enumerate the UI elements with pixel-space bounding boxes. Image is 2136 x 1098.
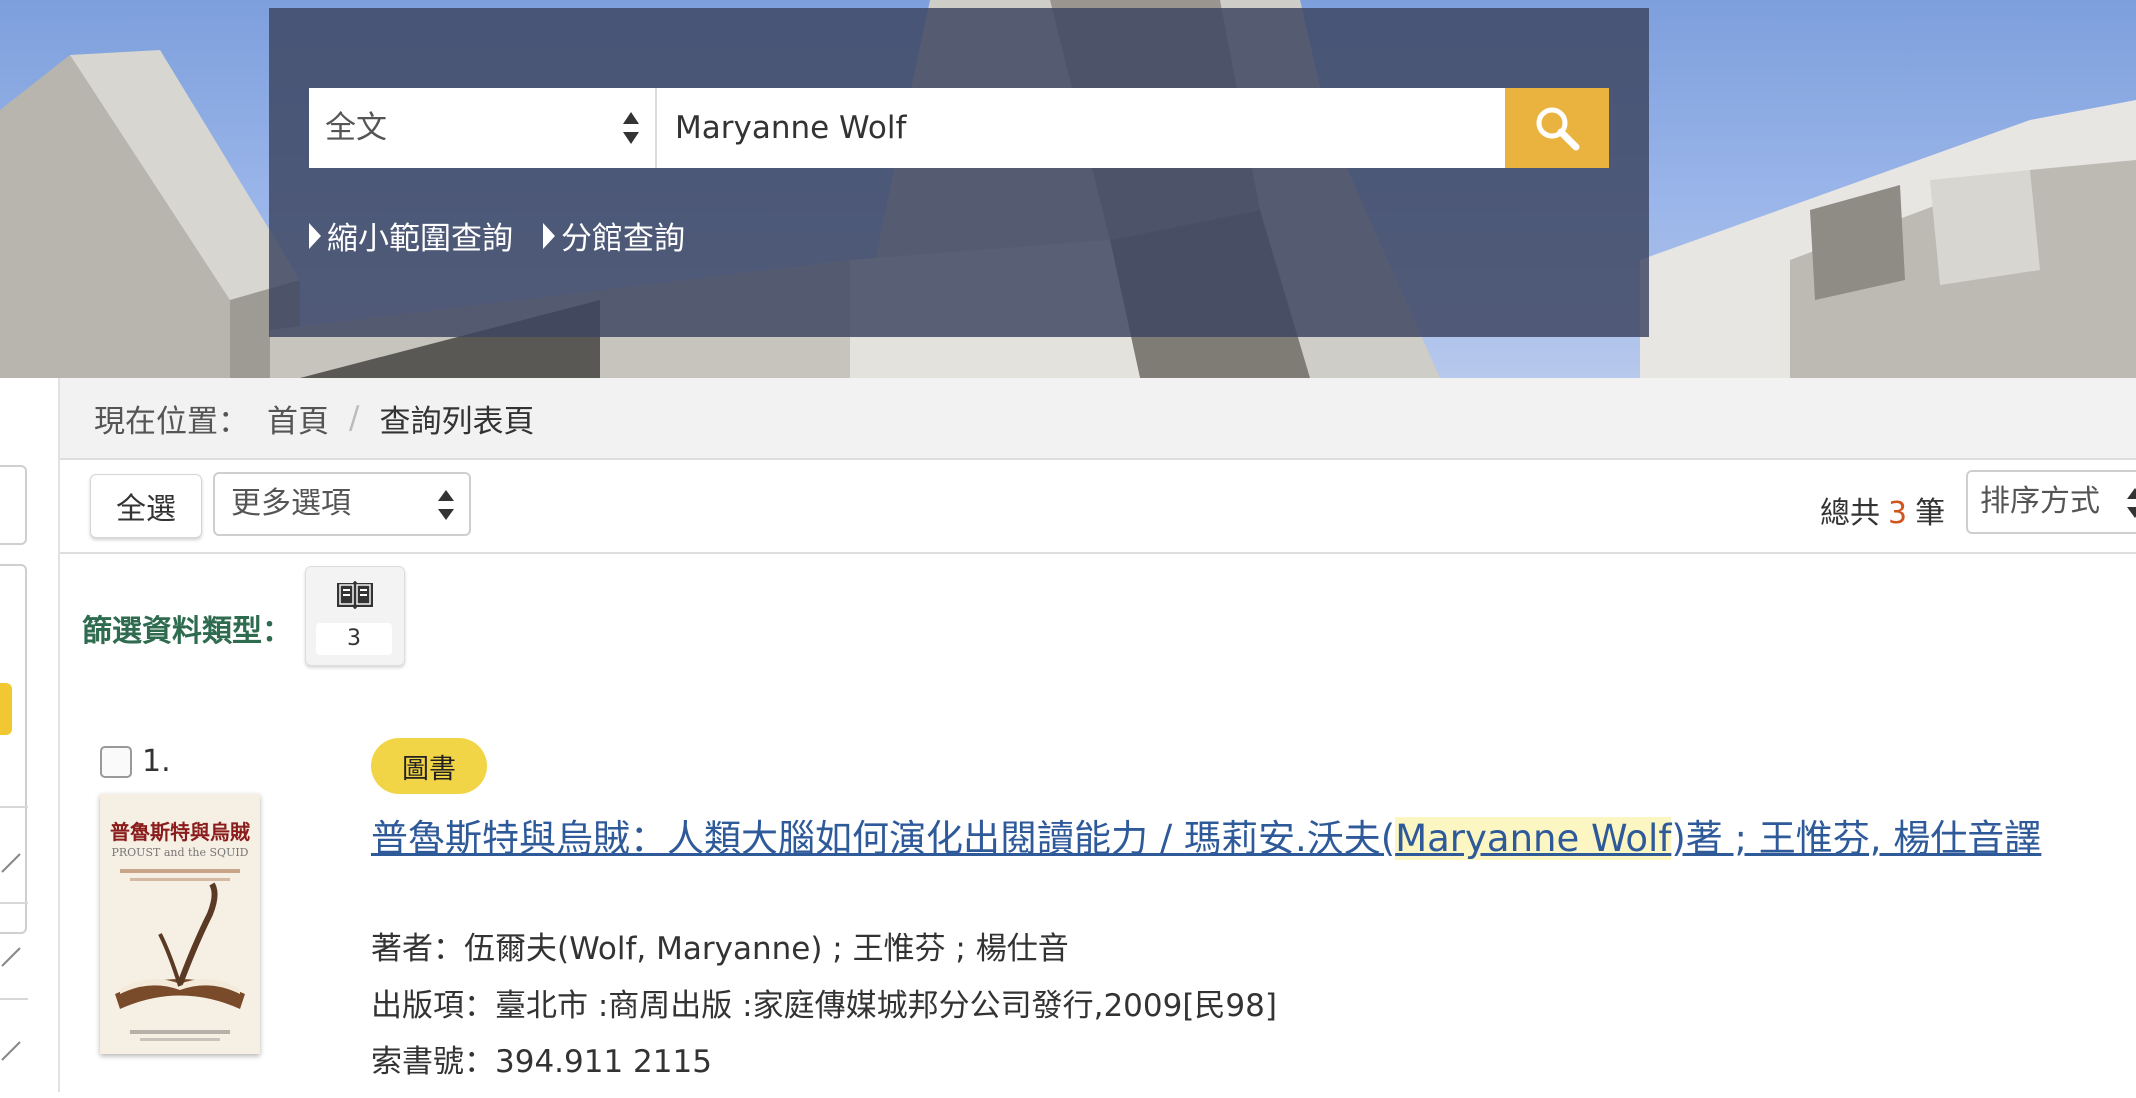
branch-search-label: 分館查詢	[561, 221, 685, 257]
filter-row: 篩選資料類型： 3	[60, 566, 860, 676]
more-options-label: 更多選項	[231, 486, 351, 521]
more-options-select[interactable]: 更多選項	[213, 472, 471, 536]
select-all-button[interactable]: 全選	[90, 474, 202, 538]
slash-icon	[1, 1041, 21, 1061]
slash-icon	[1, 853, 21, 873]
sidebar-input-partial[interactable]	[0, 465, 27, 545]
breadcrumb-current: 查詢列表頁	[379, 403, 535, 440]
sidebar-divider	[0, 998, 28, 1000]
search-input[interactable]	[657, 88, 1505, 168]
select-arrows-icon	[2127, 488, 2136, 518]
results-toolbar: 全選 更多選項 總共 3 筆 排序方式	[60, 460, 2136, 554]
sidebar-divider	[0, 806, 28, 808]
result-title-link[interactable]: 普魯斯特與烏賊：人類大腦如何演化出閱讀能力 / 瑪莉安.沃夫(Maryanne …	[371, 814, 2091, 864]
branch-search-link[interactable]: 分館查詢	[543, 213, 685, 258]
search-icon	[1536, 107, 1580, 151]
caret-right-icon	[543, 222, 555, 249]
result-author: 著者：伍爾夫(Wolf, Maryanne) ; 王惟芬 ; 楊仕音	[371, 931, 1069, 967]
sort-select[interactable]: 排序方式	[1966, 470, 2136, 534]
narrow-search-link[interactable]: 縮小範圍查詢	[309, 213, 513, 258]
slash-icon	[1, 947, 21, 967]
breadcrumb-home-link[interactable]: 首頁	[267, 396, 329, 441]
filter-chip-count: 3	[316, 623, 392, 655]
hero-banner: 全文 縮小範圍查詢 分館查詢	[0, 0, 2136, 378]
result-item: 1. 普魯斯特與烏賊 PROUST and the SQUID 圖書 普魯斯特與…	[60, 738, 2136, 1098]
material-type-badge: 圖書	[371, 738, 487, 794]
sidebar-partial	[0, 378, 58, 1092]
book-cover-image[interactable]: 普魯斯特與烏賊 PROUST and the SQUID	[100, 794, 260, 1054]
search-panel: 全文 縮小範圍查詢 分館查詢	[269, 8, 1649, 337]
select-arrows-icon	[438, 490, 454, 520]
main-content: 現在位置： 首頁 / 查詢列表頁 全選 更多選項 總共 3 筆 排序方式 篩選資料類…	[58, 378, 2136, 1092]
total-suffix: 筆	[1915, 496, 1946, 531]
total-count-value: 3	[1888, 496, 1908, 531]
result-checkbox[interactable]	[100, 746, 132, 778]
search-button[interactable]	[1505, 88, 1609, 168]
breadcrumb: 現在位置： 首頁 / 查詢列表頁	[60, 378, 2136, 460]
cover-illustration	[115, 869, 245, 1041]
result-title-part: 普魯斯特與烏賊：人類大腦如何演化出閱讀能力 / 瑪莉安.沃夫(	[371, 817, 1396, 860]
filter-chip-books[interactable]: 3	[305, 566, 405, 666]
sort-label: 排序方式	[1980, 484, 2100, 519]
filter-label: 篩選資料類型：	[82, 614, 292, 649]
result-call-number: 索書號：394.911 2115	[371, 1044, 712, 1080]
sidebar-divider	[0, 902, 28, 904]
search-options: 縮小範圍查詢 分館查詢	[309, 213, 685, 258]
search-bar: 全文	[309, 88, 1609, 168]
total-count: 總共 3 筆	[1820, 488, 1945, 532]
result-title-highlight: Maryanne Wolf	[1395, 817, 1672, 860]
select-arrows-icon	[623, 112, 639, 144]
breadcrumb-separator: /	[349, 400, 360, 436]
result-publication: 出版項：臺北市 :商周出版 :家庭傳媒城邦分公司發行,2009[民98]	[371, 988, 1277, 1024]
result-index: 1.	[142, 744, 171, 779]
search-scope-value: 全文	[325, 110, 387, 146]
total-prefix: 總共	[1820, 496, 1880, 531]
breadcrumb-label: 現在位置：	[94, 403, 249, 440]
book-icon	[337, 581, 373, 609]
sidebar-yellow-button-partial[interactable]	[0, 683, 12, 735]
narrow-search-label: 縮小範圍查詢	[327, 221, 513, 257]
result-title-part: )著 ; 王惟芬, 楊仕音譯	[1671, 817, 2042, 860]
search-scope-select[interactable]: 全文	[309, 88, 657, 168]
sidebar-panel-partial	[0, 564, 27, 934]
caret-right-icon	[309, 222, 321, 249]
